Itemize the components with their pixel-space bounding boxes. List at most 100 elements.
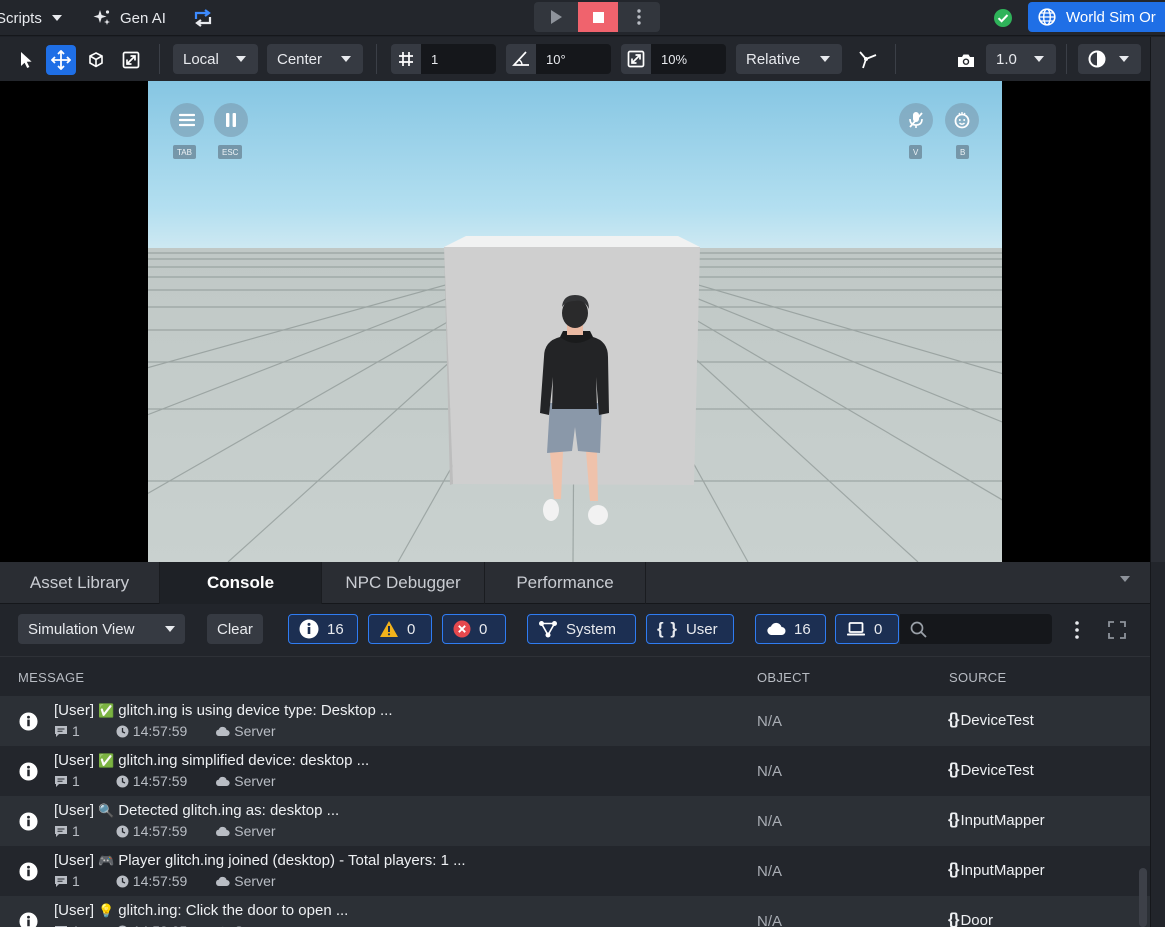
sparkle-icon — [93, 10, 110, 25]
log-scrollbar[interactable] — [1139, 868, 1147, 927]
log-prefix: [User] — [54, 802, 95, 819]
cube-rotate-icon — [89, 52, 103, 68]
tab-asset-library[interactable]: Asset Library — [0, 562, 160, 604]
info-filter-toggle[interactable]: 16 — [288, 614, 358, 644]
pivot-mode-dropdown[interactable]: Center — [267, 44, 363, 74]
scale-snap-icon — [621, 44, 651, 74]
scale-tool[interactable] — [116, 45, 146, 75]
panel-right-strip — [1150, 562, 1165, 927]
log-source[interactable]: {} InputMapper — [948, 861, 1045, 879]
game-view[interactable]: TAB ESC V B — [148, 81, 1002, 562]
log-origin: Server — [215, 823, 276, 839]
log-time: 14:57:59 — [116, 773, 187, 789]
move-tool[interactable] — [46, 45, 76, 75]
swap-icon — [194, 9, 212, 27]
scripts-menu[interactable]: Scripts — [0, 0, 62, 36]
log-row[interactable]: [User] 🔍 Detected glitch.ing as: desktop .… — [0, 796, 1150, 846]
more-vertical-icon[interactable] — [1075, 621, 1079, 639]
log-text: glitch.ing simplified device: desktop ..… — [118, 752, 370, 769]
tab-performance[interactable]: Performance — [485, 562, 646, 604]
move-icon — [51, 50, 71, 70]
caret-down-icon — [236, 56, 246, 62]
log-source[interactable]: {} Door — [948, 911, 993, 927]
tab-npc-debugger[interactable]: NPC Debugger — [322, 562, 485, 604]
snap-mode-dropdown[interactable]: Relative — [736, 44, 842, 74]
select-tool[interactable] — [12, 45, 42, 75]
voice-chat-button[interactable] — [899, 103, 933, 137]
cloud-icon — [767, 622, 786, 635]
clear-button[interactable]: Clear — [207, 614, 263, 644]
expand-icon[interactable] — [1108, 621, 1126, 639]
angle-snap-icon — [506, 44, 536, 74]
stop-button[interactable] — [578, 2, 618, 32]
camera-button[interactable] — [951, 45, 981, 75]
braces-icon: { } — [657, 619, 678, 638]
log-row[interactable]: [User] ✅ glitch.ing is using device type: … — [0, 696, 1150, 746]
rotate-tool[interactable] — [81, 45, 111, 75]
log-object: N/A — [757, 763, 783, 780]
search-icon — [910, 621, 927, 638]
game-menu-button[interactable] — [170, 103, 204, 137]
gen-ai-button[interactable]: Gen AI — [92, 0, 166, 36]
log-row[interactable]: [User] 💡 glitch.ing: Click the door to ope… — [0, 896, 1150, 927]
column-message: MESSAGE — [18, 670, 85, 685]
scale-icon — [122, 51, 140, 69]
cloud-icon — [216, 726, 230, 736]
comment-icon — [55, 875, 67, 887]
space-mode-dropdown[interactable]: Local — [173, 44, 258, 74]
log-origin: Server — [215, 873, 276, 889]
play-button[interactable] — [534, 2, 578, 32]
playback-more-button[interactable] — [618, 2, 660, 32]
log-object: N/A — [757, 813, 783, 830]
render-mode-dropdown[interactable] — [1078, 44, 1141, 74]
world-sim-button[interactable]: World Sim Or — [1028, 2, 1165, 32]
caret-down-icon — [51, 15, 62, 21]
system-filter-toggle[interactable]: System — [527, 614, 636, 644]
scale-snap-field[interactable]: 10% — [621, 44, 726, 74]
log-emoji-icon: 🔍 — [98, 802, 115, 818]
braces-icon: {} — [948, 811, 959, 828]
view-select[interactable]: Simulation View — [18, 614, 185, 644]
pivot-mode-value: Center — [277, 50, 323, 68]
camera-speed-value: 1.0 — [996, 50, 1017, 68]
clock-icon — [116, 775, 129, 787]
client-filter-toggle[interactable]: 0 — [835, 614, 899, 644]
error-filter-toggle[interactable]: 0 — [442, 614, 506, 644]
tab-console[interactable]: Console — [160, 562, 322, 604]
log-origin: Server — [215, 723, 276, 739]
scene-viewport[interactable]: TAB ESC V B — [0, 81, 1150, 562]
server-filter-toggle[interactable]: 16 — [755, 614, 826, 644]
camera-icon — [958, 54, 974, 67]
log-origin: Server — [215, 773, 276, 789]
comment-icon — [55, 775, 67, 787]
emote-button[interactable] — [945, 103, 979, 137]
log-meta: 1 14:57:59 Server — [54, 823, 276, 839]
log-emoji-icon: 💡 — [98, 902, 115, 918]
surface-snap-button[interactable] — [853, 45, 883, 75]
log-source[interactable]: {} DeviceTest — [948, 711, 1034, 729]
camera-speed-dropdown[interactable]: 1.0 — [986, 44, 1056, 74]
log-message: [User] 🔍 Detected glitch.ing as: desktop .… — [54, 802, 339, 819]
angle-snap-field[interactable]: 10° — [506, 44, 611, 74]
log-prefix: [User] — [54, 752, 95, 769]
log-row[interactable]: [User] ✅ glitch.ing simplified device: des… — [0, 746, 1150, 796]
search-input[interactable] — [935, 621, 1045, 637]
log-meta: 1 14:58:05 Server — [54, 923, 276, 927]
log-object: N/A — [757, 863, 783, 880]
user-filter-toggle[interactable]: { } User — [646, 614, 734, 644]
warning-filter-toggle[interactable]: 0 — [368, 614, 432, 644]
shading-circle-icon — [1088, 50, 1106, 68]
scale-snap-value: 10% — [651, 44, 726, 74]
swap-button[interactable] — [193, 0, 213, 36]
grid-snap-field[interactable]: 1 — [391, 44, 496, 74]
log-source[interactable]: {} DeviceTest — [948, 761, 1034, 779]
log-row[interactable]: [User] 🎮 Player glitch.ing joined (desktop… — [0, 846, 1150, 896]
console-search[interactable] — [900, 614, 1052, 644]
log-source[interactable]: {} InputMapper — [948, 811, 1045, 829]
braces-icon: {} — [948, 711, 959, 728]
game-pause-button[interactable] — [214, 103, 248, 137]
panel-collapse-icon[interactable] — [1120, 576, 1130, 582]
info-count: 16 — [327, 620, 344, 638]
log-emoji-icon: ✅ — [98, 702, 115, 718]
log-text: Player glitch.ing joined (desktop) - Tot… — [118, 852, 466, 869]
